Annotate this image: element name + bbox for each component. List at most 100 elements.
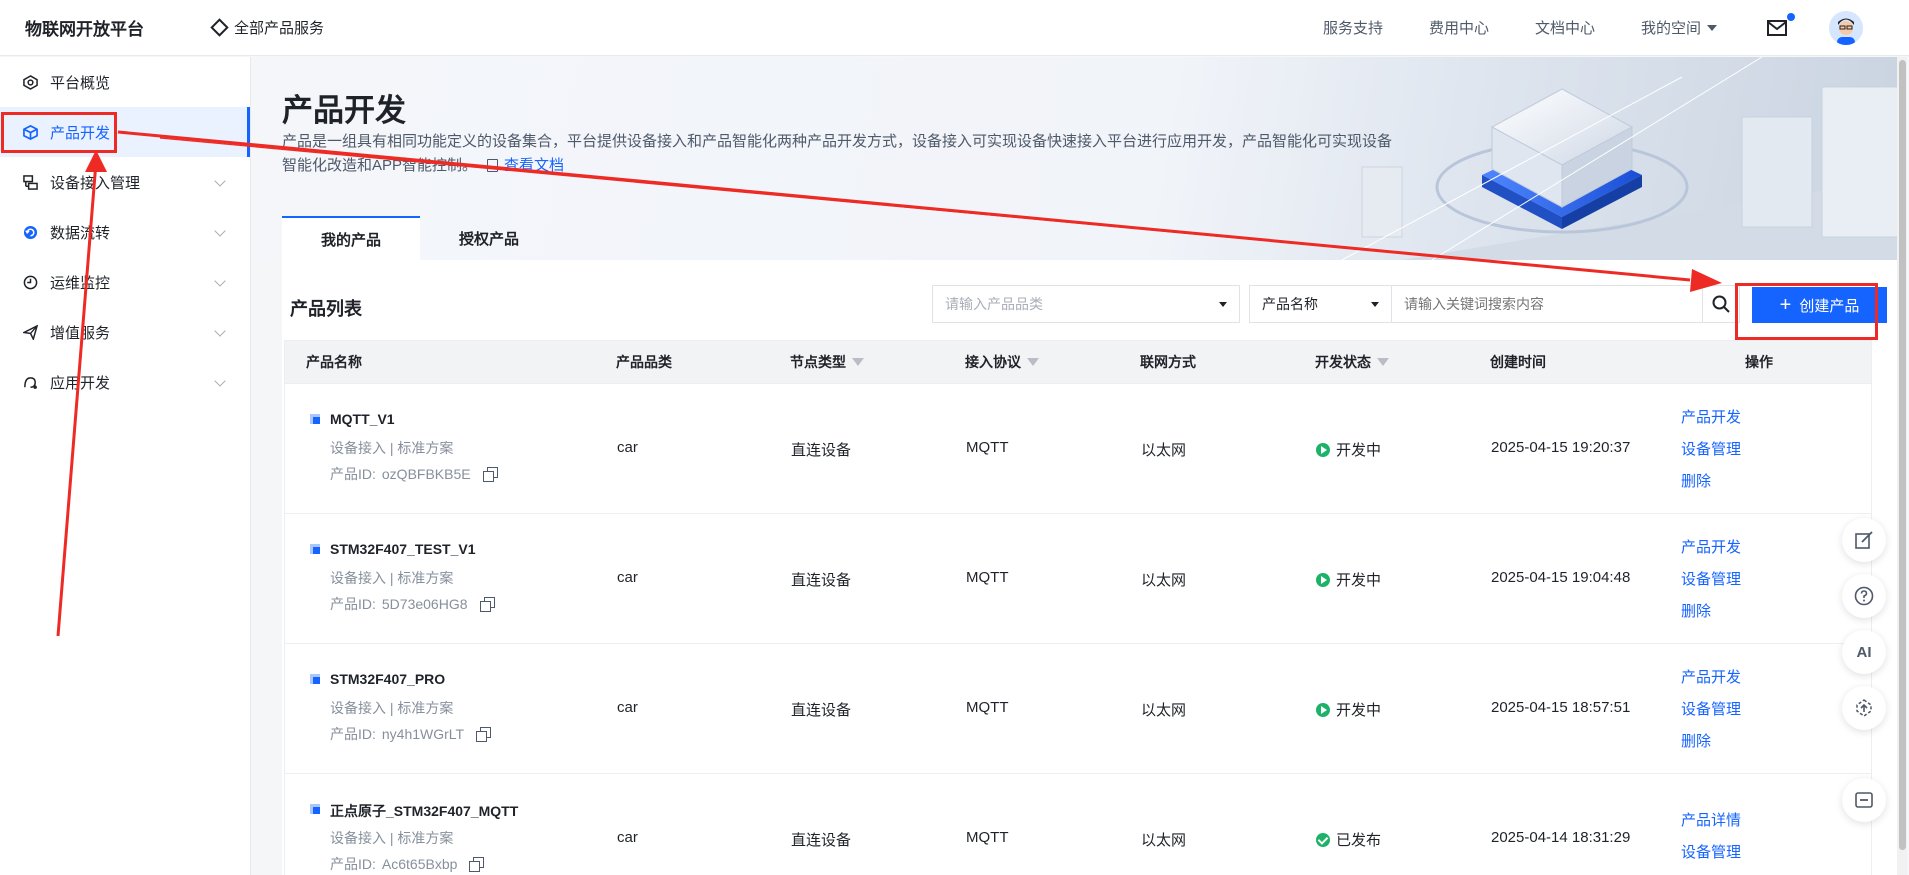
- edit-tool-button[interactable]: [1842, 518, 1886, 562]
- send-icon: [22, 324, 38, 340]
- sidebar-item-label: 产品开发: [50, 124, 111, 142]
- action-device-manage[interactable]: 设备管理: [1681, 698, 1741, 719]
- action-device-manage[interactable]: 设备管理: [1681, 841, 1741, 862]
- sidebar-item-data-flow[interactable]: 数据流转: [0, 207, 250, 257]
- collapse-tool-button[interactable]: [1842, 778, 1886, 822]
- product-name[interactable]: MQTT_V1: [310, 411, 395, 427]
- nav-link-billing[interactable]: 费用中心: [1429, 17, 1489, 38]
- sidebar-item-product-dev[interactable]: 产品开发: [0, 107, 250, 157]
- my-space-dropdown[interactable]: 我的空间: [1641, 17, 1717, 38]
- chevron-down-icon: [214, 375, 226, 387]
- row-actions: 产品开发 设备管理 删除: [1681, 666, 1741, 751]
- col-label: 创建时间: [1490, 354, 1546, 370]
- help-tool-button[interactable]: [1842, 574, 1886, 618]
- protocol: MQTT: [966, 699, 1009, 716]
- caret-down-icon: [1371, 302, 1379, 307]
- chevron-down-icon: [214, 275, 226, 287]
- in-progress-icon: [1316, 572, 1330, 587]
- product-name-text: MQTT_V1: [330, 411, 395, 427]
- product-category: car: [617, 829, 638, 846]
- sidebar-item-value-added[interactable]: 增值服务: [0, 307, 250, 357]
- product-id: 产品ID: ny4h1WGrLT: [330, 724, 492, 744]
- view-docs-link[interactable]: 查看文档: [504, 157, 564, 174]
- row-actions: 产品开发 设备管理 删除: [1681, 406, 1741, 491]
- copy-icon[interactable]: [476, 727, 492, 742]
- status-badge: 开发中: [1316, 569, 1381, 590]
- main-content: 产品开发 产品是一组具有相同功能定义的设备集合，平台提供设备接入和产品智能化两种…: [252, 57, 1909, 875]
- mail-button[interactable]: [1767, 12, 1795, 36]
- action-product-detail[interactable]: 产品详情: [1681, 809, 1741, 830]
- product-name[interactable]: STM32F407_PRO: [310, 671, 446, 687]
- category-placeholder: 请输入产品品类: [945, 296, 1043, 312]
- product-name-text: STM32F407_PRO: [330, 671, 446, 687]
- product-id: 产品ID: 5D73e06HG8: [330, 594, 495, 614]
- action-delete[interactable]: 删除: [1681, 470, 1741, 491]
- upload-tool-button[interactable]: [1842, 686, 1886, 730]
- in-progress-icon: [1316, 442, 1330, 457]
- device-icon: [22, 174, 38, 190]
- table-row: MQTT_V1 设备接入 | 标准方案 产品ID: ozQBFBKB5E car …: [284, 384, 1872, 514]
- status-badge: 开发中: [1316, 699, 1381, 720]
- product-name-text: 正点原子_STM32F407_MQTT: [330, 803, 519, 819]
- brand-title[interactable]: 物联网开放平台: [25, 15, 185, 40]
- filter-icon[interactable]: [1027, 358, 1039, 366]
- col-label: 接入协议: [965, 354, 1021, 370]
- action-product-dev[interactable]: 产品开发: [1681, 406, 1741, 427]
- action-device-manage[interactable]: 设备管理: [1681, 438, 1741, 459]
- ai-tool-button[interactable]: AI: [1842, 630, 1886, 674]
- created-time: 2025-04-14 18:31:29: [1491, 829, 1631, 846]
- page-description: 产品是一组具有相同功能定义的设备集合，平台提供设备接入和产品智能化两种产品开发方…: [282, 130, 1402, 178]
- gauge-icon: [22, 74, 38, 90]
- table-row: STM32F407_TEST_V1 设备接入 | 标准方案 产品ID: 5D73e…: [284, 514, 1872, 644]
- list-title: 产品列表: [290, 299, 362, 319]
- description-text: 产品是一组具有相同功能定义的设备集合，平台提供设备接入和产品智能化两种产品开发方…: [282, 133, 1393, 174]
- table-row: 正点原子_STM32F407_MQTT 设备接入 | 标准方案 产品ID: Ac6…: [284, 774, 1872, 875]
- filter-icon[interactable]: [852, 358, 864, 366]
- sidebar-item-label: 数据流转: [50, 224, 111, 242]
- copy-icon[interactable]: [482, 467, 498, 482]
- network-type: 以太网: [1141, 442, 1187, 459]
- action-delete[interactable]: 删除: [1681, 600, 1741, 621]
- search-button[interactable]: [1702, 285, 1740, 323]
- action-delete[interactable]: 删除: [1681, 730, 1741, 751]
- col-product-name: 产品名称: [306, 352, 362, 372]
- copy-icon[interactable]: [479, 597, 495, 612]
- table-row: STM32F407_PRO 设备接入 | 标准方案 产品ID: ny4h1WGrL…: [284, 644, 1872, 774]
- network-type: 以太网: [1141, 832, 1187, 849]
- product-id-label: 产品ID:: [330, 466, 376, 482]
- filter-icon[interactable]: [1377, 358, 1389, 366]
- nav-link-docs[interactable]: 文档中心: [1535, 17, 1595, 38]
- sidebar-item-overview[interactable]: 平台概览: [0, 57, 250, 107]
- action-product-dev[interactable]: 产品开发: [1681, 536, 1741, 557]
- tab-authorized-products[interactable]: 授权产品: [420, 216, 558, 260]
- sidebar-item-device-access[interactable]: 设备接入管理: [0, 157, 250, 207]
- nav-link-support[interactable]: 服务支持: [1323, 17, 1383, 38]
- row-actions: 产品详情 设备管理: [1681, 809, 1741, 862]
- product-icon: [310, 804, 320, 814]
- keyword-search-input[interactable]: [1391, 285, 1703, 323]
- plus-icon: +: [1779, 294, 1792, 316]
- product-name[interactable]: 正点原子_STM32F407_MQTT: [310, 801, 519, 821]
- category-select[interactable]: 请输入产品品类: [932, 285, 1240, 323]
- create-product-button[interactable]: + 创建产品: [1752, 287, 1887, 323]
- col-label: 开发状态: [1315, 354, 1371, 370]
- tab-my-products[interactable]: 我的产品: [282, 216, 420, 260]
- action-product-dev[interactable]: 产品开发: [1681, 666, 1741, 687]
- copy-icon[interactable]: [469, 857, 485, 872]
- action-device-manage[interactable]: 设备管理: [1681, 568, 1741, 589]
- col-dev-status: 开发状态: [1315, 352, 1389, 372]
- product-access-type: 设备接入 | 标准方案: [330, 700, 454, 716]
- iot-chip-illustration: [1342, 57, 1902, 260]
- product-name[interactable]: STM32F407_TEST_V1: [310, 541, 476, 557]
- all-services-button[interactable]: 全部产品服务: [210, 17, 324, 38]
- ai-icon: AI: [1856, 643, 1872, 661]
- mail-icon: [1767, 19, 1787, 36]
- sidebar-item-app-dev[interactable]: 应用开发: [0, 357, 250, 407]
- search-field-select[interactable]: 产品名称: [1249, 285, 1392, 323]
- status-badge: 开发中: [1316, 439, 1381, 460]
- created-time: 2025-04-15 18:57:51: [1491, 699, 1631, 716]
- avatar[interactable]: [1829, 10, 1863, 45]
- scrollbar-thumb[interactable]: [1899, 60, 1906, 850]
- sidebar-item-ops-monitor[interactable]: 运维监控: [0, 257, 250, 307]
- product-id: 产品ID: ozQBFBKB5E: [330, 464, 498, 484]
